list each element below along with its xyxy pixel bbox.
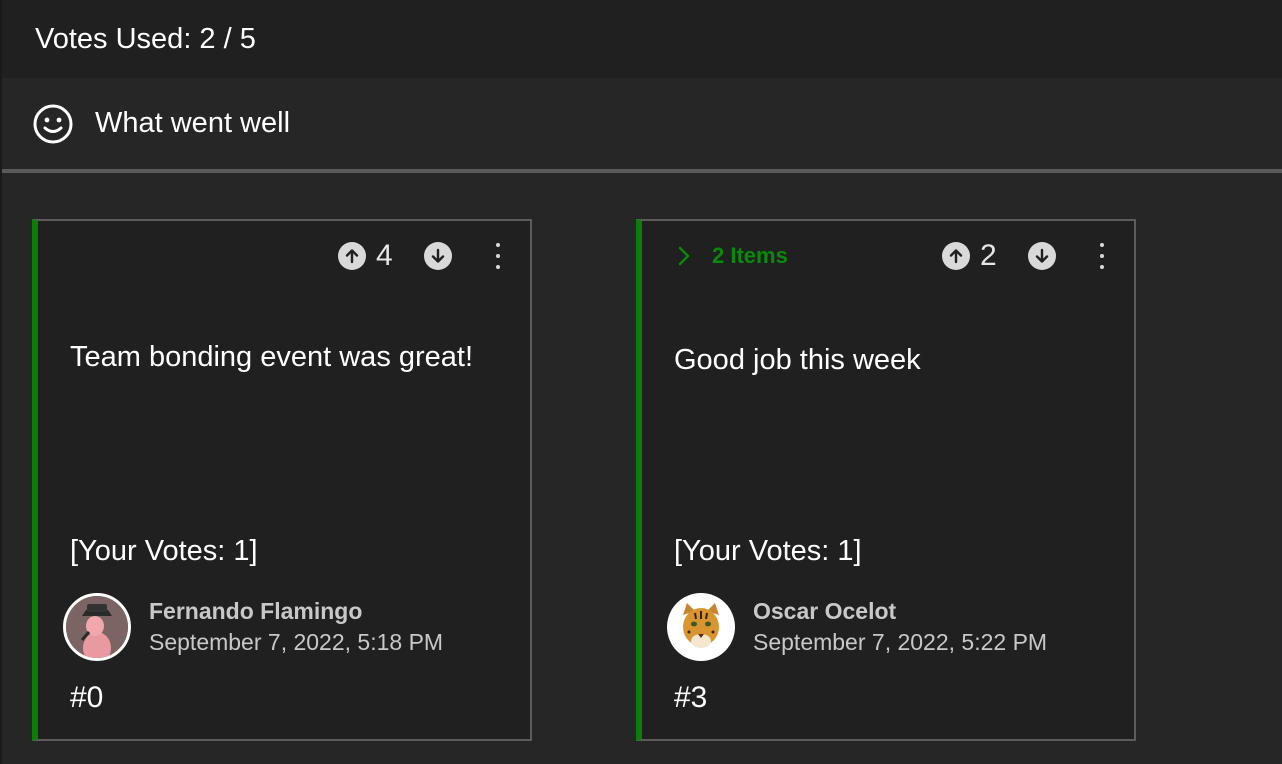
- feedback-card[interactable]: 2 Items 2 Good job this week [Your Votes…: [636, 219, 1136, 741]
- vote-controls: 4: [338, 239, 510, 273]
- author-name: Fernando Flamingo: [149, 598, 363, 624]
- card-text: Team bonding event was great!: [70, 341, 474, 373]
- vote-count: 4: [376, 239, 393, 272]
- arrow-up-icon: [949, 249, 963, 264]
- card-text: Good job this week: [674, 344, 921, 376]
- downvote-button[interactable]: [424, 242, 452, 270]
- author-details: Fernando Flamingo September 7, 2022, 5:1…: [149, 598, 443, 656]
- your-votes-label: [Your Votes: 1]: [674, 535, 862, 567]
- more-options-icon[interactable]: [486, 239, 510, 273]
- retro-board: Votes Used: 2 / 5 What went well 4 Team …: [0, 0, 1282, 764]
- upvote-button[interactable]: [942, 242, 970, 270]
- arrow-up-icon: [345, 249, 359, 264]
- column-title: What went well: [95, 107, 291, 139]
- post-date: September 7, 2022, 5:18 PM: [149, 629, 444, 655]
- upvote-button[interactable]: [338, 242, 366, 270]
- expand-items-toggle[interactable]: 2 Items: [678, 243, 788, 269]
- votes-used-label: Votes Used: 2 / 5: [35, 22, 256, 55]
- column-header: What went well: [2, 78, 1282, 173]
- author-name: Oscar Ocelot: [753, 598, 897, 624]
- votes-used-bar: Votes Used: 2 / 5: [2, 0, 1282, 78]
- card-id: #0: [70, 681, 104, 714]
- card-toolbar: 4: [38, 239, 530, 277]
- author-details: Oscar Ocelot September 7, 2022, 5:22 PM: [753, 598, 1047, 656]
- card-id: #3: [674, 681, 708, 714]
- feedback-card[interactable]: 4 Team bonding event was great! [Your Vo…: [32, 219, 532, 741]
- flamingo-avatar: [63, 593, 131, 661]
- card-toolbar: 2 Items 2: [642, 239, 1134, 277]
- arrow-down-icon: [1035, 248, 1049, 263]
- downvote-button[interactable]: [1028, 242, 1056, 270]
- author-info: Fernando Flamingo September 7, 2022, 5:1…: [63, 593, 443, 661]
- your-votes-label: [Your Votes: 1]: [70, 535, 258, 567]
- more-options-icon[interactable]: [1090, 239, 1114, 273]
- post-date: September 7, 2022, 5:22 PM: [753, 629, 1048, 655]
- ocelot-avatar: [667, 593, 735, 661]
- author-info: Oscar Ocelot September 7, 2022, 5:22 PM: [667, 593, 1047, 661]
- items-count-label: 2 Items: [712, 243, 788, 268]
- vote-controls: 2: [942, 239, 1114, 273]
- chevron-right-icon: [678, 246, 690, 266]
- arrow-down-icon: [431, 248, 445, 263]
- vote-count: 2: [980, 239, 997, 272]
- smiley-icon: [32, 103, 74, 145]
